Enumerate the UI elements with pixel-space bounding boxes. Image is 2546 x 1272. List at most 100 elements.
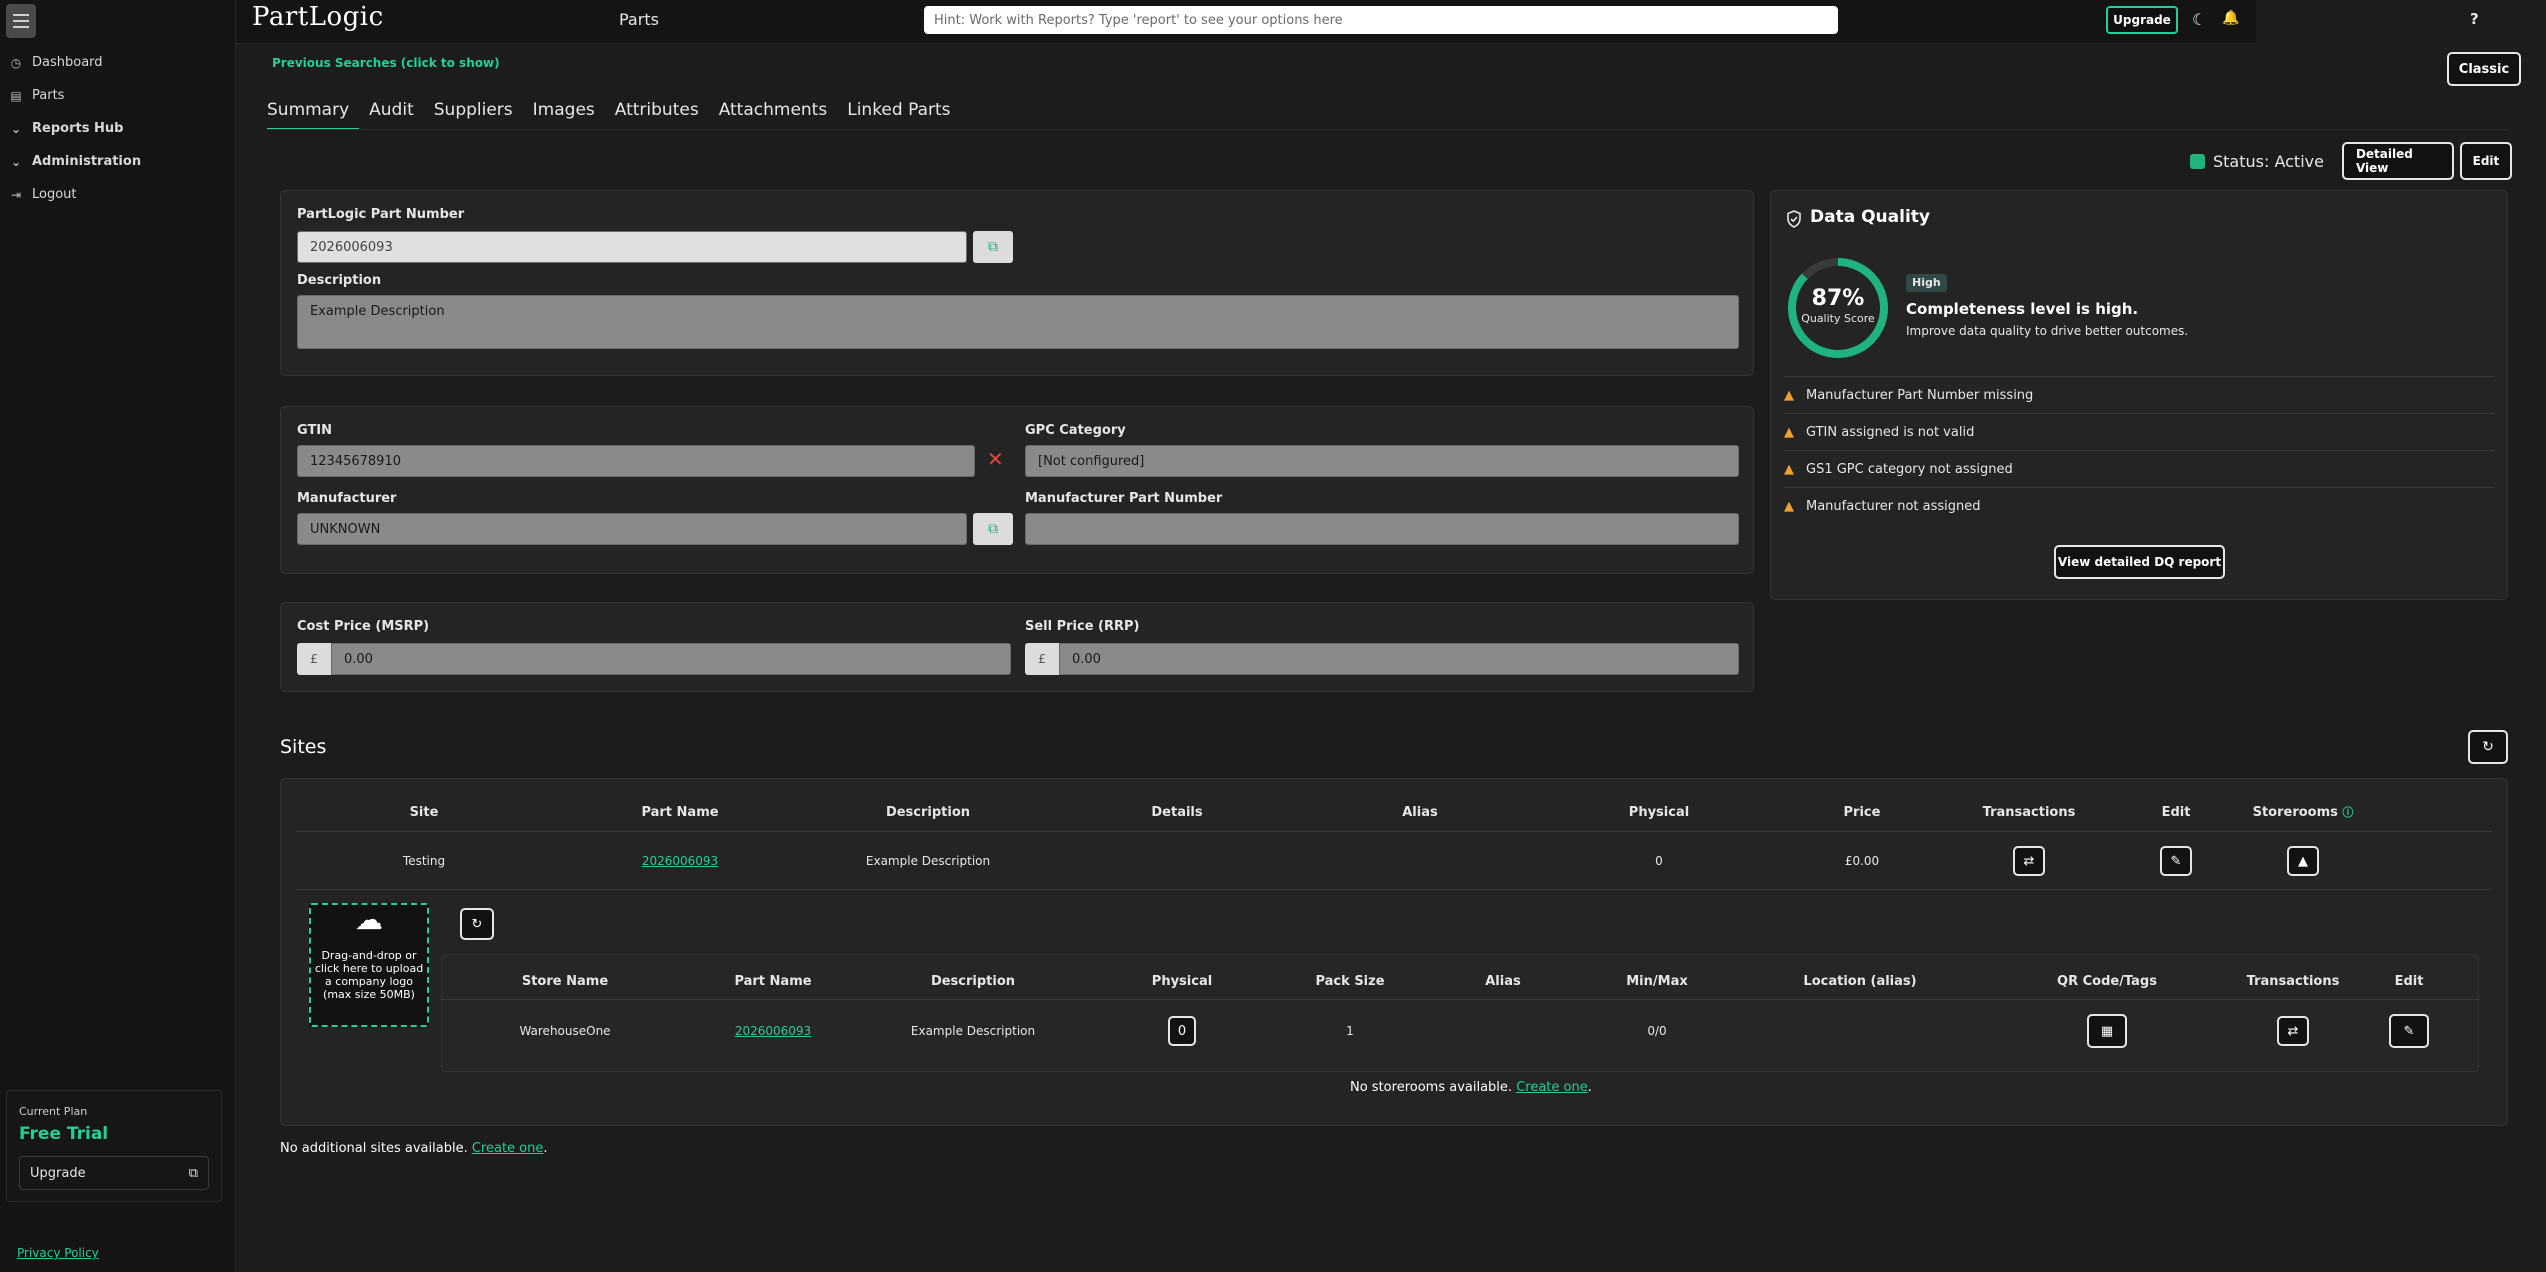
part-name-link[interactable]: 2026006093 xyxy=(735,1024,811,1038)
tab-images[interactable]: Images xyxy=(533,96,605,130)
storeroom-table-header: Store Name Part Name Description Physica… xyxy=(441,970,2479,992)
bell-icon[interactable]: 🔔 xyxy=(2222,10,2239,26)
tab-suppliers[interactable]: Suppliers xyxy=(434,96,523,130)
gpc-field[interactable]: [Not configured] xyxy=(1025,445,1739,477)
quality-issue-text: GTIN assigned is not valid xyxy=(1806,424,1975,440)
status-text: Status: Active xyxy=(2213,151,2324,171)
sidebar-nav: ◷ Dashboard ▤ Parts ⌄ Reports Hub ⌄ Admi… xyxy=(0,46,236,211)
column-header: Transactions xyxy=(2246,973,2340,989)
copy-icon[interactable]: ⧉ xyxy=(973,513,1013,545)
physical-count-button[interactable]: 0 xyxy=(1168,1016,1196,1046)
part-name-link[interactable]: 2026006093 xyxy=(642,854,718,868)
column-header: Part Name xyxy=(734,973,812,989)
search-input[interactable] xyxy=(924,6,1838,34)
sidebar-item-administration[interactable]: ⌄ Administration xyxy=(0,145,236,178)
chevron-down-icon: ⌄ xyxy=(10,121,22,136)
detailed-view-button[interactable]: Detailed View xyxy=(2341,142,2454,180)
sidebar-item-dashboard[interactable]: ◷ Dashboard xyxy=(0,46,236,79)
current-plan-box: Current Plan Free Trial Upgrade ⧉ xyxy=(6,1090,222,1202)
tab-linked-parts[interactable]: Linked Parts xyxy=(847,96,960,130)
topbar-upgrade-button[interactable]: Upgrade xyxy=(2106,6,2178,34)
tab-audit[interactable]: Audit xyxy=(369,96,424,130)
price-cell: £0.00 xyxy=(1844,854,1880,868)
sidebar-item-label: Reports Hub xyxy=(32,121,124,136)
manufacturer-label: Manufacturer xyxy=(297,491,397,506)
column-header: Alias xyxy=(1402,804,1438,820)
column-header: Location (alias) xyxy=(1803,973,1917,989)
section-title: Parts xyxy=(619,10,659,29)
currency-prefix: £ xyxy=(1025,643,1059,675)
classic-view-button[interactable]: Classic xyxy=(2447,52,2521,86)
quality-issue: ▲ Manufacturer not assigned xyxy=(1784,487,2494,524)
identifiers-card: GTIN 12345678910 ✕ GPC Category [Not con… xyxy=(280,406,1754,574)
create-site-link[interactable]: Create one xyxy=(472,1141,544,1156)
sites-table-header: Site Part Name Description Details Alias… xyxy=(296,800,2492,824)
upload-text: Drag-and-drop or click here to upload a … xyxy=(314,949,424,1001)
edit-pencil-icon[interactable]: ✎ xyxy=(2389,1014,2429,1048)
period: . xyxy=(1587,1080,1592,1095)
sidebar-item-reports-hub[interactable]: ⌄ Reports Hub xyxy=(0,112,236,145)
quality-issue: ▲ GTIN assigned is not valid xyxy=(1784,413,2494,450)
logo-upload-dropzone[interactable]: ☁ Drag-and-drop or click here to upload … xyxy=(309,903,429,1027)
edit-pencil-icon[interactable]: ✎ xyxy=(2160,846,2192,876)
tab-attachments[interactable]: Attachments xyxy=(719,96,838,130)
quality-score-label: Quality Score xyxy=(1801,312,1875,325)
plan-name: Free Trial xyxy=(19,1124,109,1144)
copy-icon[interactable]: ⧉ xyxy=(973,231,1013,263)
sidebar-item-logout[interactable]: ⇥ Logout xyxy=(0,178,236,211)
app-logo[interactable]: PartLogic xyxy=(252,2,384,32)
collapse-arrow-icon[interactable]: ▲ xyxy=(2287,846,2319,876)
sidebar-item-label: Parts xyxy=(32,88,65,103)
part-number-field[interactable]: 2026006093 xyxy=(297,231,967,263)
sell-price-label: Sell Price (RRP) xyxy=(1025,619,1140,634)
sidebar-upgrade-button[interactable]: Upgrade ⧉ xyxy=(19,1156,209,1190)
tab-attributes[interactable]: Attributes xyxy=(615,96,709,130)
dark-mode-icon[interactable]: ☾ xyxy=(2192,10,2206,29)
transactions-icon[interactable]: ⇄ xyxy=(2277,1016,2309,1046)
refresh-icon[interactable]: ↻ xyxy=(460,908,494,940)
site-cell: Testing xyxy=(402,854,446,868)
description-label: Description xyxy=(297,273,382,288)
topbar: PartLogic Parts Upgrade ☾ 🔔 xyxy=(236,0,2256,44)
help-icon[interactable]: ? xyxy=(2470,10,2479,28)
mpn-field[interactable] xyxy=(1025,513,1739,545)
edit-button[interactable]: Edit xyxy=(2459,142,2512,180)
quality-subtext: Improve data quality to drive better out… xyxy=(1906,324,2189,338)
tab-divider xyxy=(267,129,2507,130)
table-row: WarehouseOne 2026006093 Example Descript… xyxy=(441,1014,2479,1048)
sell-price-field[interactable]: 0.00 xyxy=(1059,643,1739,675)
cost-price-field[interactable]: 0.00 xyxy=(331,643,1011,675)
help-circle-icon[interactable]: ⓘ xyxy=(2342,806,2353,819)
tab-summary[interactable]: Summary xyxy=(267,96,360,130)
column-header: Physical xyxy=(1628,804,1690,820)
create-storeroom-link[interactable]: Create one xyxy=(1516,1080,1588,1095)
cost-price-label: Cost Price (MSRP) xyxy=(297,619,430,634)
store-name-cell: WarehouseOne xyxy=(519,1024,611,1038)
column-header: Store Name xyxy=(521,973,609,989)
qr-code-icon[interactable]: ▦ xyxy=(2087,1014,2127,1048)
column-header: Description xyxy=(930,973,1016,989)
manufacturer-field[interactable]: UNKNOWN xyxy=(297,513,967,545)
warning-icon: ▲ xyxy=(1784,387,1794,403)
menu-toggle-icon[interactable] xyxy=(6,4,36,38)
no-sites-message: No additional sites available. Create on… xyxy=(280,1141,548,1156)
mpn-label: Manufacturer Part Number xyxy=(1025,491,1223,506)
row-divider xyxy=(296,889,2492,890)
sidebar-item-parts[interactable]: ▤ Parts xyxy=(0,79,236,112)
gtin-field[interactable]: 12345678910 xyxy=(297,445,975,477)
privacy-policy-link[interactable]: Privacy Policy xyxy=(17,1246,99,1260)
warning-icon: ▲ xyxy=(1784,498,1794,514)
shield-check-icon xyxy=(1787,210,1801,228)
column-header: Price xyxy=(1843,804,1881,820)
description-field[interactable]: Example Description xyxy=(297,295,1739,349)
view-dq-report-button[interactable]: View detailed DQ report xyxy=(2054,545,2225,579)
refresh-icon[interactable]: ↻ xyxy=(2468,730,2508,764)
transactions-icon[interactable]: ⇄ xyxy=(2013,846,2045,876)
quality-score-value: 87% xyxy=(1811,286,1865,311)
sidebar-item-label: Administration xyxy=(32,154,142,169)
column-header: Description xyxy=(885,804,971,820)
quality-issue-text: Manufacturer not assigned xyxy=(1806,498,1981,514)
column-header: Edit xyxy=(2161,804,2191,820)
column-header-storerooms: Storerooms ⓘ xyxy=(2234,804,2372,820)
previous-searches-link[interactable]: Previous Searches (click to show) xyxy=(272,56,500,70)
